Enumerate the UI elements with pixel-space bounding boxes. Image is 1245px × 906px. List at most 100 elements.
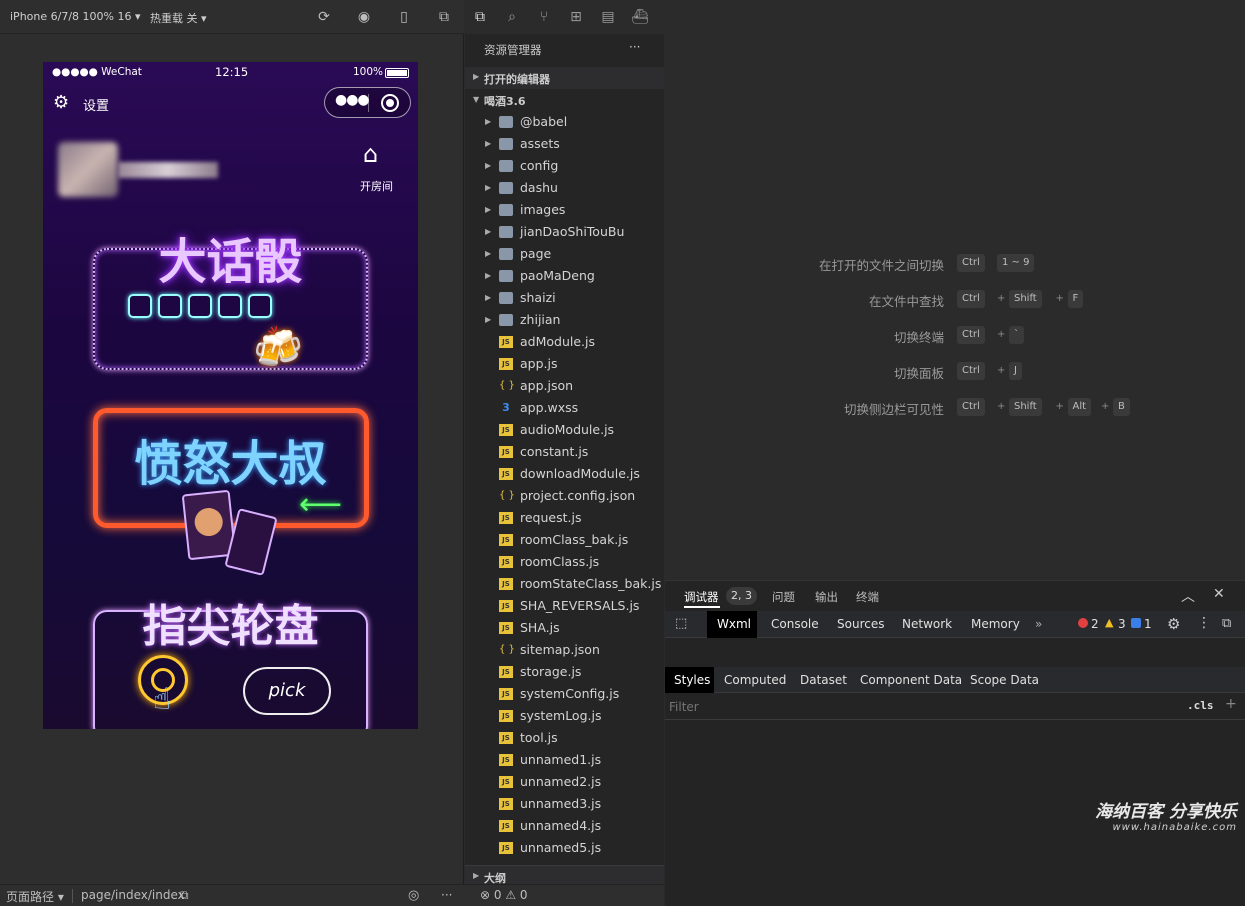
- open-editors-header[interactable]: ▶ 打开的编辑器: [465, 67, 664, 89]
- tab-memory[interactable]: Memory: [971, 617, 1020, 631]
- tab-scope-data[interactable]: Scope Data: [970, 673, 1039, 687]
- tree-folder[interactable]: ▶ dashu: [465, 177, 664, 199]
- gear-icon[interactable]: ⚙: [1167, 615, 1180, 633]
- source-control-icon[interactable]: ⑂: [535, 8, 553, 26]
- tree-file[interactable]: JS unnamed2.js: [465, 771, 664, 793]
- close-miniprogram-icon[interactable]: [381, 94, 399, 112]
- tree-file[interactable]: { } app.json: [465, 375, 664, 397]
- tree-file[interactable]: JS unnamed3.js: [465, 793, 664, 815]
- tree-folder[interactable]: ▶ shaizi: [465, 287, 664, 309]
- kebab-icon[interactable]: ⋮: [1197, 615, 1211, 631]
- tree-file[interactable]: { } project.config.json: [465, 485, 664, 507]
- tab-problems[interactable]: 问题: [772, 589, 795, 605]
- inspect-icon[interactable]: ⬚: [675, 616, 687, 631]
- refresh-icon[interactable]: ⟳: [316, 9, 332, 25]
- tree-file[interactable]: 3 app.wxss: [465, 397, 664, 419]
- tree-file[interactable]: JS downloadModule.js: [465, 463, 664, 485]
- eye-icon[interactable]: ◎: [408, 888, 419, 903]
- tree-item-label: SHA.js: [520, 620, 560, 635]
- open-room-label[interactable]: 开房间: [360, 178, 393, 194]
- device-select[interactable]: iPhone 6/7/8 100% 16 ▾: [10, 10, 141, 23]
- tree-file[interactable]: JS unnamed1.js: [465, 749, 664, 771]
- tree-folder[interactable]: ▶ zhijian: [465, 309, 664, 331]
- tree-file[interactable]: JS roomClass_bak.js: [465, 529, 664, 551]
- panel-icon[interactable]: ▤: [599, 8, 617, 26]
- dice-icon: [248, 294, 272, 318]
- tab-wxml[interactable]: Wxml: [717, 617, 751, 631]
- dice-icon: [188, 294, 212, 318]
- error-status[interactable]: ⊗ 0 ⚠ 0: [480, 888, 528, 902]
- tree-file[interactable]: JS roomStateClass_bak.js: [465, 573, 664, 595]
- warning-count[interactable]: 3: [1118, 617, 1126, 631]
- info-count[interactable]: 1: [1144, 617, 1152, 631]
- gear-icon[interactable]: ⚙: [53, 92, 69, 113]
- more-icon[interactable]: ●●●: [335, 92, 370, 108]
- page-path: page/index/index: [81, 888, 185, 902]
- extensions-icon[interactable]: ⊞: [567, 8, 585, 26]
- hot-reload-select[interactable]: 热重载 关 ▾: [150, 10, 207, 26]
- more-icon[interactable]: ···: [441, 888, 452, 902]
- tree-folder[interactable]: ▶ page: [465, 243, 664, 265]
- tab-component-data[interactable]: Component Data: [860, 673, 962, 687]
- tree-file[interactable]: JS tool.js: [465, 727, 664, 749]
- window-icon[interactable]: ⧉: [436, 9, 452, 25]
- tree-file[interactable]: JS audioModule.js: [465, 419, 664, 441]
- json-file-icon: { }: [499, 490, 515, 501]
- tree-file[interactable]: JS constant.js: [465, 441, 664, 463]
- tree-item-label: audioModule.js: [520, 422, 615, 437]
- close-icon[interactable]: ✕: [1213, 586, 1225, 602]
- tab-sources[interactable]: Sources: [837, 617, 884, 631]
- tree-folder[interactable]: ▶ @babel: [465, 111, 664, 133]
- tree-file[interactable]: JS request.js: [465, 507, 664, 529]
- page-path-select[interactable]: 页面路径 ▾: [6, 888, 64, 905]
- settings-label[interactable]: 设置: [83, 95, 109, 114]
- filter-bar: .cls +: [665, 694, 1245, 720]
- status-bar: 页面路径 ▾ page/index/index ⧉ ◎ ··· ⊗ 0 ⚠ 0: [0, 884, 664, 906]
- cls-toggle[interactable]: .cls: [1187, 699, 1214, 712]
- tab-network[interactable]: Network: [902, 617, 952, 631]
- tree-file[interactable]: JS SHA_REVERSALS.js: [465, 595, 664, 617]
- tab-styles[interactable]: Styles: [674, 673, 710, 687]
- tree-file[interactable]: { } sitemap.json: [465, 639, 664, 661]
- tab-debugger[interactable]: 调试器: [684, 589, 719, 605]
- project-header[interactable]: ▼ 喝酒3.6: [465, 89, 664, 111]
- js-file-icon: JS: [499, 600, 513, 612]
- tree-file[interactable]: JS app.js: [465, 353, 664, 375]
- tree-file[interactable]: JS SHA.js: [465, 617, 664, 639]
- tab-output[interactable]: 输出: [815, 589, 838, 605]
- tab-console[interactable]: Console: [771, 617, 819, 631]
- capsule-menu: ●●●: [324, 87, 411, 118]
- copy-icon[interactable]: ⧉: [180, 888, 189, 903]
- stop-icon[interactable]: ◉: [356, 9, 372, 25]
- undock-icon[interactable]: ⧉: [1222, 616, 1231, 631]
- phone-icon[interactable]: ▯: [396, 9, 412, 25]
- search-icon[interactable]: ⌕: [503, 8, 521, 26]
- tree-file[interactable]: JS storage.js: [465, 661, 664, 683]
- error-count[interactable]: 2: [1091, 617, 1099, 631]
- tree-folder[interactable]: ▶ assets: [465, 133, 664, 155]
- house-icon[interactable]: ⌂: [363, 140, 378, 168]
- tree-folder[interactable]: ▶ paoMaDeng: [465, 265, 664, 287]
- tree-folder[interactable]: ▶ jianDaoShiTouBu: [465, 221, 664, 243]
- pick-bubble: pick: [243, 667, 331, 715]
- tree-file[interactable]: JS adModule.js: [465, 331, 664, 353]
- tab-computed[interactable]: Computed: [724, 673, 786, 687]
- avatar: [58, 142, 118, 197]
- tab-terminal[interactable]: 终端: [856, 589, 879, 605]
- tree-file[interactable]: JS roomClass.js: [465, 551, 664, 573]
- more-tabs-icon[interactable]: »: [1035, 617, 1042, 631]
- docker-icon[interactable]: ⛴: [631, 8, 649, 26]
- tree-file[interactable]: JS unnamed5.js: [465, 837, 664, 859]
- filter-input[interactable]: [669, 698, 1149, 716]
- tree-file[interactable]: JS systemConfig.js: [465, 683, 664, 705]
- shortcut-hint-label: 切换终端: [893, 330, 944, 345]
- tree-folder[interactable]: ▶ images: [465, 199, 664, 221]
- tab-dataset[interactable]: Dataset: [800, 673, 847, 687]
- files-icon[interactable]: ⧉: [471, 8, 489, 26]
- tree-file[interactable]: JS unnamed4.js: [465, 815, 664, 837]
- chevron-up-icon[interactable]: ︿: [1181, 586, 1195, 606]
- tree-folder[interactable]: ▶ config: [465, 155, 664, 177]
- explorer-more-icon[interactable]: ···: [629, 40, 640, 54]
- add-rule-icon[interactable]: +: [1225, 696, 1237, 712]
- tree-file[interactable]: JS systemLog.js: [465, 705, 664, 727]
